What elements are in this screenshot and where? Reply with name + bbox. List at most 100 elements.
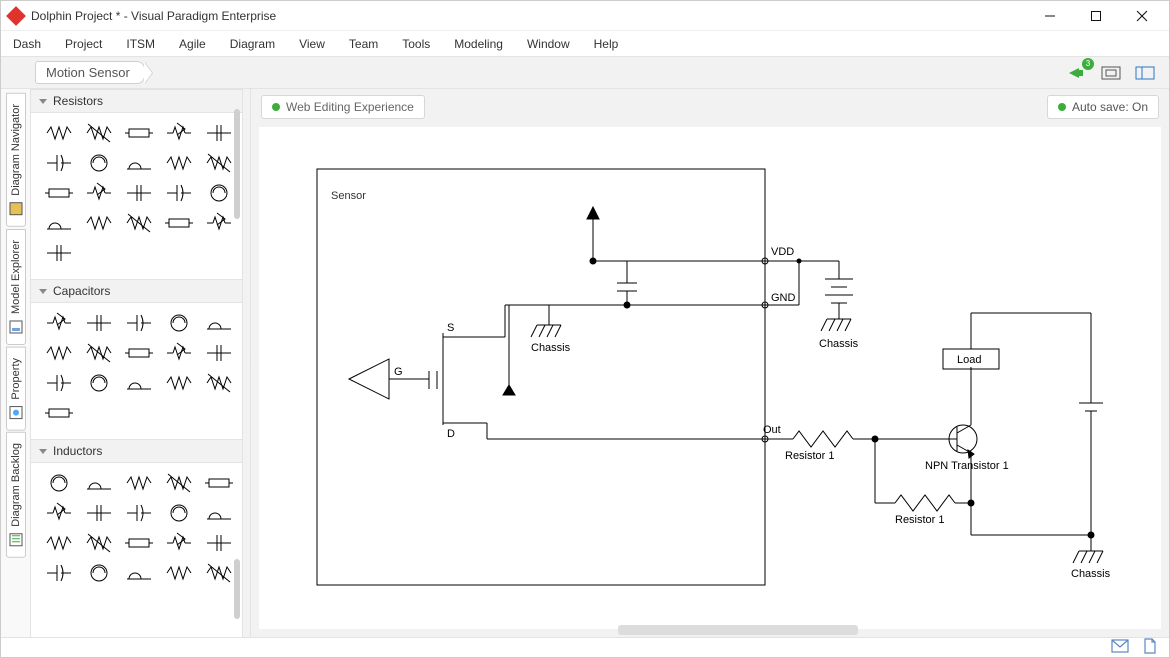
palette-item[interactable]: [121, 471, 157, 495]
palette-item[interactable]: [41, 501, 77, 525]
label-resistor1b: Resistor 1: [895, 514, 945, 526]
window-maximize[interactable]: [1073, 1, 1119, 31]
web-editing-chip[interactable]: Web Editing Experience: [261, 95, 425, 119]
palette-item[interactable]: [41, 531, 77, 555]
window-title: Dolphin Project * - Visual Paradigm Ente…: [31, 9, 276, 23]
nav-icon: [9, 202, 23, 216]
palette-item[interactable]: [81, 531, 117, 555]
palette-item[interactable]: [41, 211, 77, 235]
palette-item[interactable]: [121, 561, 157, 585]
palette-item[interactable]: [41, 151, 77, 175]
palette-item[interactable]: [161, 311, 197, 335]
palette-item[interactable]: [201, 151, 237, 175]
palette-item[interactable]: [201, 121, 237, 145]
palette-item[interactable]: [121, 531, 157, 555]
menu-agile[interactable]: Agile: [179, 37, 206, 51]
menu-view[interactable]: View: [299, 37, 325, 51]
palette-item[interactable]: [161, 181, 197, 205]
document-icon[interactable]: [1143, 638, 1157, 657]
palette-item[interactable]: [41, 181, 77, 205]
menu-project[interactable]: Project: [65, 37, 102, 51]
palette-scroll-thumb[interactable]: [234, 109, 240, 219]
menu-modeling[interactable]: Modeling: [454, 37, 503, 51]
mail-icon[interactable]: [1111, 639, 1129, 656]
panel-toggle-icon[interactable]: [1131, 61, 1159, 85]
palette-item[interactable]: [81, 311, 117, 335]
palette-item[interactable]: [161, 341, 197, 365]
palette-item[interactable]: [161, 471, 197, 495]
palette-item[interactable]: [121, 501, 157, 525]
palette-item[interactable]: [81, 561, 117, 585]
diagram-canvas[interactable]: Sensor G S D: [259, 127, 1161, 629]
palette-item[interactable]: [81, 501, 117, 525]
palette-item[interactable]: [201, 501, 237, 525]
palette-item[interactable]: [81, 341, 117, 365]
palette-item[interactable]: [121, 311, 157, 335]
palette-item[interactable]: [81, 471, 117, 495]
menu-tools[interactable]: Tools: [402, 37, 430, 51]
label-vdd: VDD: [771, 246, 794, 258]
palette-item[interactable]: [161, 501, 197, 525]
palette-item[interactable]: [201, 371, 237, 395]
side-tab-model-explorer[interactable]: Model Explorer: [6, 229, 26, 345]
menu-dash[interactable]: Dash: [13, 37, 41, 51]
palette-item[interactable]: [81, 151, 117, 175]
palette-section-header[interactable]: Capacitors: [31, 279, 242, 303]
palette-item[interactable]: [41, 311, 77, 335]
palette-item[interactable]: [161, 121, 197, 145]
palette-scroll-thumb[interactable]: [234, 559, 240, 619]
palette-grid: [31, 303, 242, 439]
palette-item[interactable]: [161, 211, 197, 235]
palette-item[interactable]: [121, 121, 157, 145]
side-tab-diagram-backlog[interactable]: Diagram Backlog: [6, 432, 26, 558]
palette-item[interactable]: [41, 241, 77, 265]
menu-team[interactable]: Team: [349, 37, 378, 51]
palette-item[interactable]: [81, 211, 117, 235]
palette-item[interactable]: [121, 151, 157, 175]
palette-item[interactable]: [41, 471, 77, 495]
side-tab-diagram-navigator[interactable]: Diagram Navigator: [6, 93, 26, 227]
label-g: G: [394, 366, 403, 378]
palette-item[interactable]: [41, 121, 77, 145]
palette-item[interactable]: [41, 371, 77, 395]
palette-item[interactable]: [201, 311, 237, 335]
palette-item[interactable]: [121, 211, 157, 235]
palette-item[interactable]: [121, 181, 157, 205]
breadcrumb[interactable]: Motion Sensor: [35, 61, 145, 84]
palette-section-header[interactable]: Inductors: [31, 439, 242, 463]
label-out: Out: [763, 424, 781, 436]
menu-window[interactable]: Window: [527, 37, 570, 51]
palette-item[interactable]: [201, 471, 237, 495]
palette-item[interactable]: [41, 341, 77, 365]
palette-item[interactable]: [81, 371, 117, 395]
menu-help[interactable]: Help: [594, 37, 619, 51]
horizontal-scrollbar[interactable]: [618, 625, 858, 635]
fit-window-icon[interactable]: [1097, 61, 1125, 85]
menu-diagram[interactable]: Diagram: [230, 37, 275, 51]
property-icon: [9, 405, 23, 419]
notifications-icon[interactable]: [1063, 61, 1091, 85]
palette-item[interactable]: [201, 181, 237, 205]
palette-item[interactable]: [161, 531, 197, 555]
window-minimize[interactable]: [1027, 1, 1073, 31]
autosave-chip[interactable]: Auto save: On: [1047, 95, 1159, 119]
palette-item[interactable]: [201, 531, 237, 555]
menu-itsm[interactable]: ITSM: [126, 37, 155, 51]
palette-item[interactable]: [161, 561, 197, 585]
palette-section-header[interactable]: Resistors: [31, 89, 242, 113]
palette-item[interactable]: [161, 371, 197, 395]
side-tab-property[interactable]: Property: [6, 347, 26, 431]
palette-item[interactable]: [81, 181, 117, 205]
palette-item[interactable]: [121, 371, 157, 395]
palette-item[interactable]: [81, 121, 117, 145]
side-tab-label: Diagram Backlog: [10, 443, 22, 527]
window-close[interactable]: [1119, 1, 1165, 31]
palette-item[interactable]: [201, 211, 237, 235]
palette-item[interactable]: [41, 401, 77, 425]
palette-item[interactable]: [121, 341, 157, 365]
palette-item[interactable]: [41, 561, 77, 585]
palette-item[interactable]: [201, 341, 237, 365]
splitter-handle[interactable]: [243, 89, 251, 637]
palette-item[interactable]: [201, 561, 237, 585]
palette-item[interactable]: [161, 151, 197, 175]
